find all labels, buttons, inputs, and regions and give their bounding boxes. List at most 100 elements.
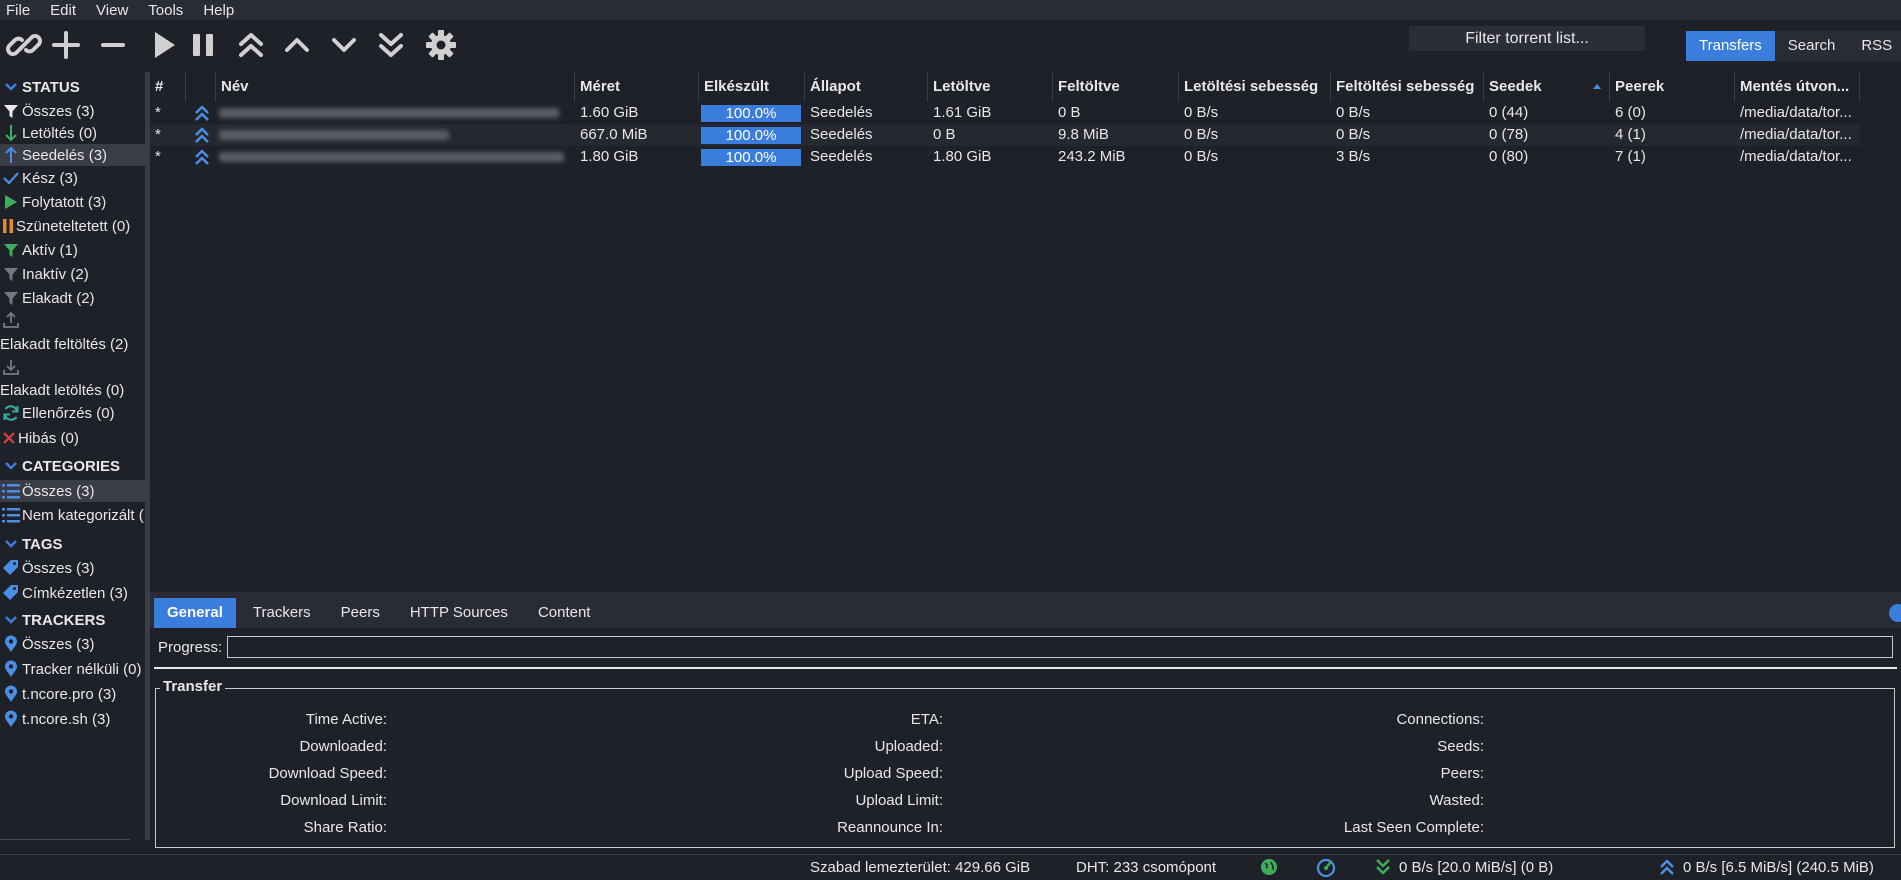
column-header-uploaded[interactable]: Feltöltve <box>1053 72 1179 102</box>
sidebar-status-stalled-downloading[interactable]: Elakadt letöltés (0) <box>0 382 124 402</box>
tab-trackers[interactable]: Trackers <box>240 598 324 628</box>
progress-label: Progress: <box>158 638 223 656</box>
sidebar-status-stalled[interactable]: Elakadt (2) <box>0 287 145 309</box>
list-icon <box>0 504 22 526</box>
speed-limit-toggle-icon[interactable] <box>1316 858 1336 880</box>
arrow-down-icon <box>0 122 22 144</box>
add-link-button[interactable] <box>5 26 43 64</box>
filter-icon <box>0 239 22 261</box>
sidebar-tracker-all[interactable]: Összes (3) <box>0 633 145 655</box>
connections-label: Connections: <box>1396 711 1484 728</box>
column-header-downloaded[interactable]: Letöltve <box>928 72 1053 102</box>
tab-search[interactable]: Search <box>1775 31 1849 61</box>
column-header-seeds[interactable]: Seedek <box>1484 72 1610 102</box>
sort-ascending-icon <box>1593 84 1601 89</box>
torrent-table: # Név Méret Elkészült Állapot Letöltve F… <box>150 72 1901 592</box>
options-button[interactable] <box>422 26 460 64</box>
resume-button[interactable] <box>145 26 183 64</box>
uploaded-label: Uploaded: <box>874 738 943 755</box>
column-header-progress[interactable]: Elkészült <box>699 72 805 102</box>
qbittorrent-window: File Edit View Tools Help Filter torrent… <box>0 0 1901 880</box>
pin-icon <box>0 708 22 730</box>
collapse-panel-icon[interactable] <box>1889 604 1901 622</box>
seeding-status-icon <box>188 146 216 168</box>
pin-icon <box>0 633 22 655</box>
tags-section-header[interactable]: TAGS <box>0 533 63 555</box>
sidebar-tracker-trackerless[interactable]: Tracker nélküli (0) <box>0 658 145 680</box>
sidebar-status-active[interactable]: Aktív (1) <box>0 239 145 261</box>
menu-tools[interactable]: Tools <box>142 2 197 19</box>
sidebar-status-paused[interactable]: Szüneteltetett (0) <box>0 215 145 237</box>
properties-tabs: General Trackers Peers HTTP Sources Cont… <box>150 596 1901 628</box>
trackers-section-header[interactable]: TRACKERS <box>0 609 105 631</box>
sidebar-status-downloading[interactable]: Letöltés (0) <box>0 122 145 144</box>
tab-peers[interactable]: Peers <box>328 598 393 628</box>
add-torrent-button[interactable] <box>47 26 85 64</box>
double-chevron-up-icon <box>239 33 263 57</box>
column-header-upload-speed[interactable]: Feltöltési sebesség <box>1331 72 1484 102</box>
tab-rss[interactable]: RSS <box>1848 31 1901 61</box>
sidebar-status-completed[interactable]: Kész (3) <box>0 167 145 189</box>
progress-bar: 100.0% <box>701 105 801 122</box>
tab-general[interactable]: General <box>154 598 236 628</box>
tab-content[interactable]: Content <box>525 598 604 628</box>
filter-icon <box>0 100 22 122</box>
wasted-label: Wasted: <box>1429 792 1484 809</box>
menu-file[interactable]: File <box>0 2 44 19</box>
pause-icon <box>193 34 213 56</box>
sidebar-status-stalled-uploading[interactable]: Elakadt feltöltés (2) <box>0 336 128 356</box>
table-row[interactable]: * 1.60 GiB 100.0% Seedelés 1.61 GiB 0 B … <box>150 102 1860 124</box>
column-header-number[interactable]: # <box>150 72 186 102</box>
column-header-priority[interactable] <box>186 72 216 102</box>
upload-speed-text[interactable]: 0 B/s [6.5 MiB/s] (240.5 MiB) <box>1683 859 1874 876</box>
gear-icon <box>426 30 456 60</box>
sidebar-tag-all[interactable]: Összes (3) <box>0 557 145 579</box>
sidebar-horizontal-scrollbar[interactable] <box>0 839 130 840</box>
menu-edit[interactable]: Edit <box>44 2 90 19</box>
last-seen-complete-label: Last Seen Complete: <box>1343 819 1484 836</box>
sidebar-status-resumed[interactable]: Folytatott (3) <box>0 191 145 213</box>
column-header-status[interactable]: Állapot <box>805 72 928 102</box>
tab-transfers[interactable]: Transfers <box>1686 31 1775 61</box>
list-icon <box>0 480 22 502</box>
seeding-status-icon <box>188 124 216 146</box>
sidebar-tracker-ncore-pro[interactable]: t.ncore.pro (3) <box>0 683 145 705</box>
column-header-name[interactable]: Név <box>216 72 575 102</box>
column-header-peers[interactable]: Peerek <box>1610 72 1735 102</box>
column-header-size[interactable]: Méret <box>575 72 699 102</box>
sidebar-category-uncategorized[interactable]: Nem kategorizált ( <box>0 504 145 526</box>
sidebar-status-seeding[interactable]: Seedelés (3) <box>0 144 145 166</box>
status-section-header[interactable]: STATUS <box>0 76 80 98</box>
download-limit-label: Download Limit: <box>280 792 387 809</box>
double-chevron-down-icon <box>379 33 403 57</box>
column-header-download-speed[interactable]: Letöltési sebesség <box>1179 72 1331 102</box>
categories-section-header[interactable]: CATEGORIES <box>0 455 120 477</box>
menu-help[interactable]: Help <box>197 2 248 19</box>
view-tabs: Transfers Search RSS <box>1686 31 1901 61</box>
downloaded-label: Downloaded: <box>299 738 387 755</box>
download-speed-text[interactable]: 0 B/s [20.0 MiB/s] (0 B) <box>1399 859 1553 876</box>
pause-button[interactable] <box>184 26 222 64</box>
table-row[interactable]: * 667.0 MiB 100.0% Seedelés 0 B 9.8 MiB … <box>150 124 1860 146</box>
move-bottom-button[interactable] <box>372 26 410 64</box>
column-header-save-path[interactable]: Mentés útvon... <box>1735 72 1860 102</box>
sidebar-status-all[interactable]: Összes (3) <box>0 100 145 122</box>
sidebar-category-all[interactable]: Összes (3) <box>0 480 145 502</box>
sidebar-status-errored[interactable]: Hibás (0) <box>0 427 145 449</box>
move-up-button[interactable] <box>278 26 316 64</box>
move-top-button[interactable] <box>232 26 270 64</box>
upload-speed-icon <box>1658 858 1676 880</box>
table-row[interactable]: * 1.80 GiB 100.0% Seedelés 1.80 GiB 243.… <box>150 146 1860 168</box>
sidebar-tag-untagged[interactable]: Címkézetlen (3) <box>0 582 145 604</box>
sidebar-tracker-ncore-sh[interactable]: t.ncore.sh (3) <box>0 708 145 730</box>
chevron-up-icon <box>285 38 309 52</box>
filter-torrent-input[interactable] <box>1409 26 1645 51</box>
tab-http-sources[interactable]: HTTP Sources <box>397 598 521 628</box>
move-down-button[interactable] <box>325 26 363 64</box>
connection-status-icon[interactable] <box>1260 858 1278 880</box>
sidebar-status-checking[interactable]: Ellenőrzés (0) <box>0 402 145 424</box>
check-icon <box>0 167 22 189</box>
menu-view[interactable]: View <box>90 2 142 19</box>
sidebar-status-inactive[interactable]: Inaktív (2) <box>0 263 145 285</box>
remove-torrent-button[interactable] <box>94 26 132 64</box>
